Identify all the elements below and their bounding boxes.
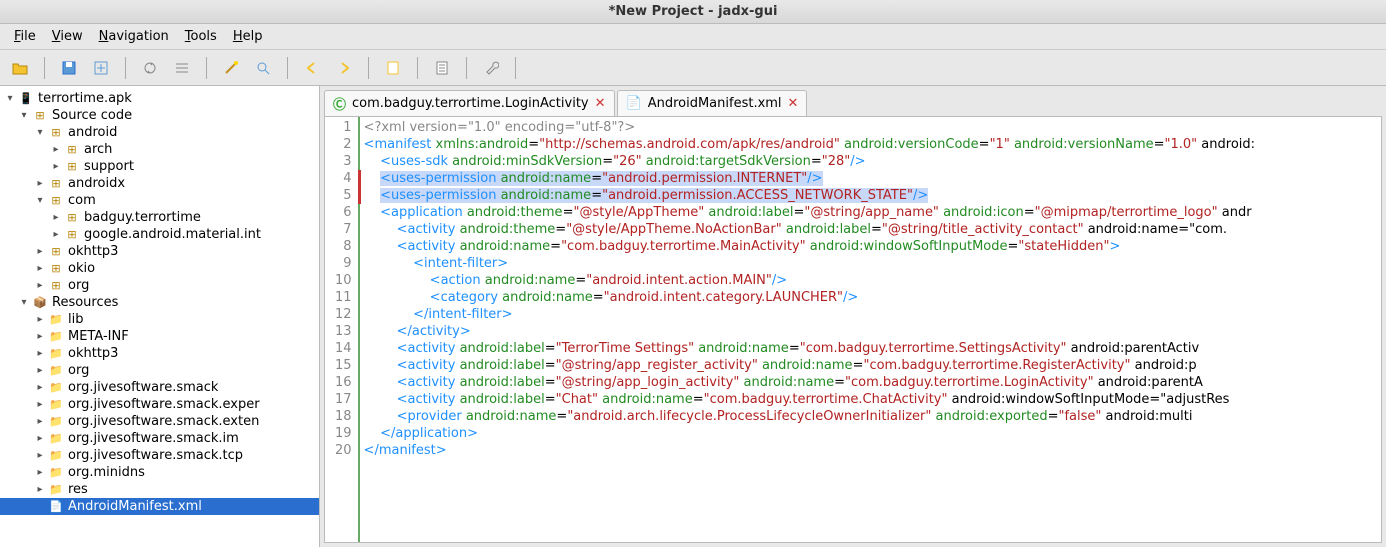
package-icon: ⊞ bbox=[48, 261, 64, 277]
tab-manifest[interactable]: 📄 AndroidManifest.xml ✕ bbox=[617, 90, 808, 116]
folder-icon: 📁 bbox=[48, 448, 64, 464]
package-icon: ⊞ bbox=[48, 125, 64, 141]
tree-res[interactable]: ▸📁res bbox=[0, 481, 319, 498]
code-body[interactable]: <?xml version="1.0" encoding="utf-8"?><m… bbox=[360, 117, 1259, 542]
list-icon[interactable] bbox=[430, 56, 454, 80]
tree-androidx[interactable]: ▸⊞androidx bbox=[0, 175, 319, 192]
file-icon: 📄 bbox=[48, 499, 64, 515]
folder-icon: 📁 bbox=[48, 465, 64, 481]
export-icon[interactable] bbox=[89, 56, 113, 80]
package-icon: ⊞ bbox=[64, 210, 80, 226]
project-tree[interactable]: ▾📱terrortime.apk ▾⊞Source code ▾⊞android… bbox=[0, 86, 320, 547]
tree-root[interactable]: ▾📱terrortime.apk bbox=[0, 90, 319, 107]
tree-r-org[interactable]: ▸📁org bbox=[0, 362, 319, 379]
tree-android[interactable]: ▾⊞android bbox=[0, 124, 319, 141]
tree-okhttp3[interactable]: ▸⊞okhttp3 bbox=[0, 243, 319, 260]
resources-icon: 📦 bbox=[32, 295, 48, 311]
tab-label: AndroidManifest.xml bbox=[648, 96, 782, 111]
tree-badguy[interactable]: ▸⊞badguy.terrortime bbox=[0, 209, 319, 226]
tree-com[interactable]: ▾⊞com bbox=[0, 192, 319, 209]
tree-lib[interactable]: ▸📁lib bbox=[0, 311, 319, 328]
tree-resources[interactable]: ▾📦Resources bbox=[0, 294, 319, 311]
wand-icon[interactable] bbox=[219, 56, 243, 80]
wrench-icon[interactable] bbox=[479, 56, 503, 80]
package-icon: ⊞ bbox=[64, 142, 80, 158]
tree-gmat[interactable]: ▸⊞google.android.material.int bbox=[0, 226, 319, 243]
folder-icon: 📁 bbox=[48, 414, 64, 430]
tree-support[interactable]: ▸⊞support bbox=[0, 158, 319, 175]
folder-icon: 📁 bbox=[48, 431, 64, 447]
package-icon: ⊞ bbox=[48, 193, 64, 209]
editor-panel: Ⓒ com.badguy.terrortime.LoginActivity ✕ … bbox=[320, 86, 1386, 547]
folder-icon: 📁 bbox=[48, 329, 64, 345]
tab-label: com.badguy.terrortime.LoginActivity bbox=[352, 96, 589, 111]
tree-smack-exten[interactable]: ▸📁org.jivesoftware.smack.exten bbox=[0, 413, 319, 430]
flatten-icon[interactable] bbox=[170, 56, 194, 80]
package-icon: ⊞ bbox=[64, 227, 80, 243]
close-icon[interactable]: ✕ bbox=[595, 96, 606, 111]
tab-login-activity[interactable]: Ⓒ com.badguy.terrortime.LoginActivity ✕ bbox=[324, 90, 615, 116]
folder-icon: 📁 bbox=[48, 346, 64, 362]
folder-icon: 📁 bbox=[48, 363, 64, 379]
folder-icon: 📁 bbox=[48, 380, 64, 396]
close-icon[interactable]: ✕ bbox=[788, 96, 799, 111]
save-icon[interactable] bbox=[57, 56, 81, 80]
tree-arch[interactable]: ▸⊞arch bbox=[0, 141, 319, 158]
package-icon: ⊞ bbox=[48, 278, 64, 294]
tab-bar: Ⓒ com.badguy.terrortime.LoginActivity ✕ … bbox=[320, 86, 1386, 116]
tree-smack[interactable]: ▸📁org.jivesoftware.smack bbox=[0, 379, 319, 396]
package-icon: ⊞ bbox=[64, 159, 80, 175]
code-editor[interactable]: 1234567891011121314151617181920 <?xml ve… bbox=[324, 116, 1382, 543]
tree-source-code[interactable]: ▾⊞Source code bbox=[0, 107, 319, 124]
class-icon: Ⓒ bbox=[333, 94, 346, 113]
package-icon: ⊞ bbox=[48, 244, 64, 260]
back-icon[interactable] bbox=[300, 56, 324, 80]
forward-icon[interactable] bbox=[332, 56, 356, 80]
file-icon: 📄 bbox=[626, 96, 642, 111]
tree-smack-tcp[interactable]: ▸📁org.jivesoftware.smack.tcp bbox=[0, 447, 319, 464]
toolbar bbox=[0, 50, 1386, 86]
apk-icon: 📱 bbox=[18, 91, 34, 107]
folder-icon: 📁 bbox=[48, 312, 64, 328]
line-gutter: 1234567891011121314151617181920 bbox=[325, 117, 360, 542]
doc-icon[interactable] bbox=[381, 56, 405, 80]
folder-icon: 📁 bbox=[48, 397, 64, 413]
window-title: *New Project - jadx-gui bbox=[0, 0, 1386, 24]
menu-navigation[interactable]: Navigation bbox=[93, 27, 175, 46]
open-folder-icon[interactable] bbox=[8, 56, 32, 80]
tree-metainf[interactable]: ▸📁META-INF bbox=[0, 328, 319, 345]
package-icon: ⊞ bbox=[32, 108, 48, 124]
menu-file[interactable]: File bbox=[8, 27, 42, 46]
tree-smack-exper[interactable]: ▸📁org.jivesoftware.smack.exper bbox=[0, 396, 319, 413]
tree-smack-im[interactable]: ▸📁org.jivesoftware.smack.im bbox=[0, 430, 319, 447]
package-icon: ⊞ bbox=[48, 176, 64, 192]
menu-view[interactable]: View bbox=[46, 27, 89, 46]
tree-minidns[interactable]: ▸📁org.minidns bbox=[0, 464, 319, 481]
search-icon[interactable] bbox=[251, 56, 275, 80]
tree-okio[interactable]: ▸⊞okio bbox=[0, 260, 319, 277]
sync-icon[interactable] bbox=[138, 56, 162, 80]
tree-org[interactable]: ▸⊞org bbox=[0, 277, 319, 294]
tree-manifest[interactable]: ▸📄AndroidManifest.xml bbox=[0, 498, 319, 515]
folder-icon: 📁 bbox=[48, 482, 64, 498]
menu-tools[interactable]: Tools bbox=[179, 27, 223, 46]
tree-r-okhttp3[interactable]: ▸📁okhttp3 bbox=[0, 345, 319, 362]
menu-help[interactable]: Help bbox=[227, 27, 269, 46]
menu-bar: File View Navigation Tools Help bbox=[0, 24, 1386, 50]
